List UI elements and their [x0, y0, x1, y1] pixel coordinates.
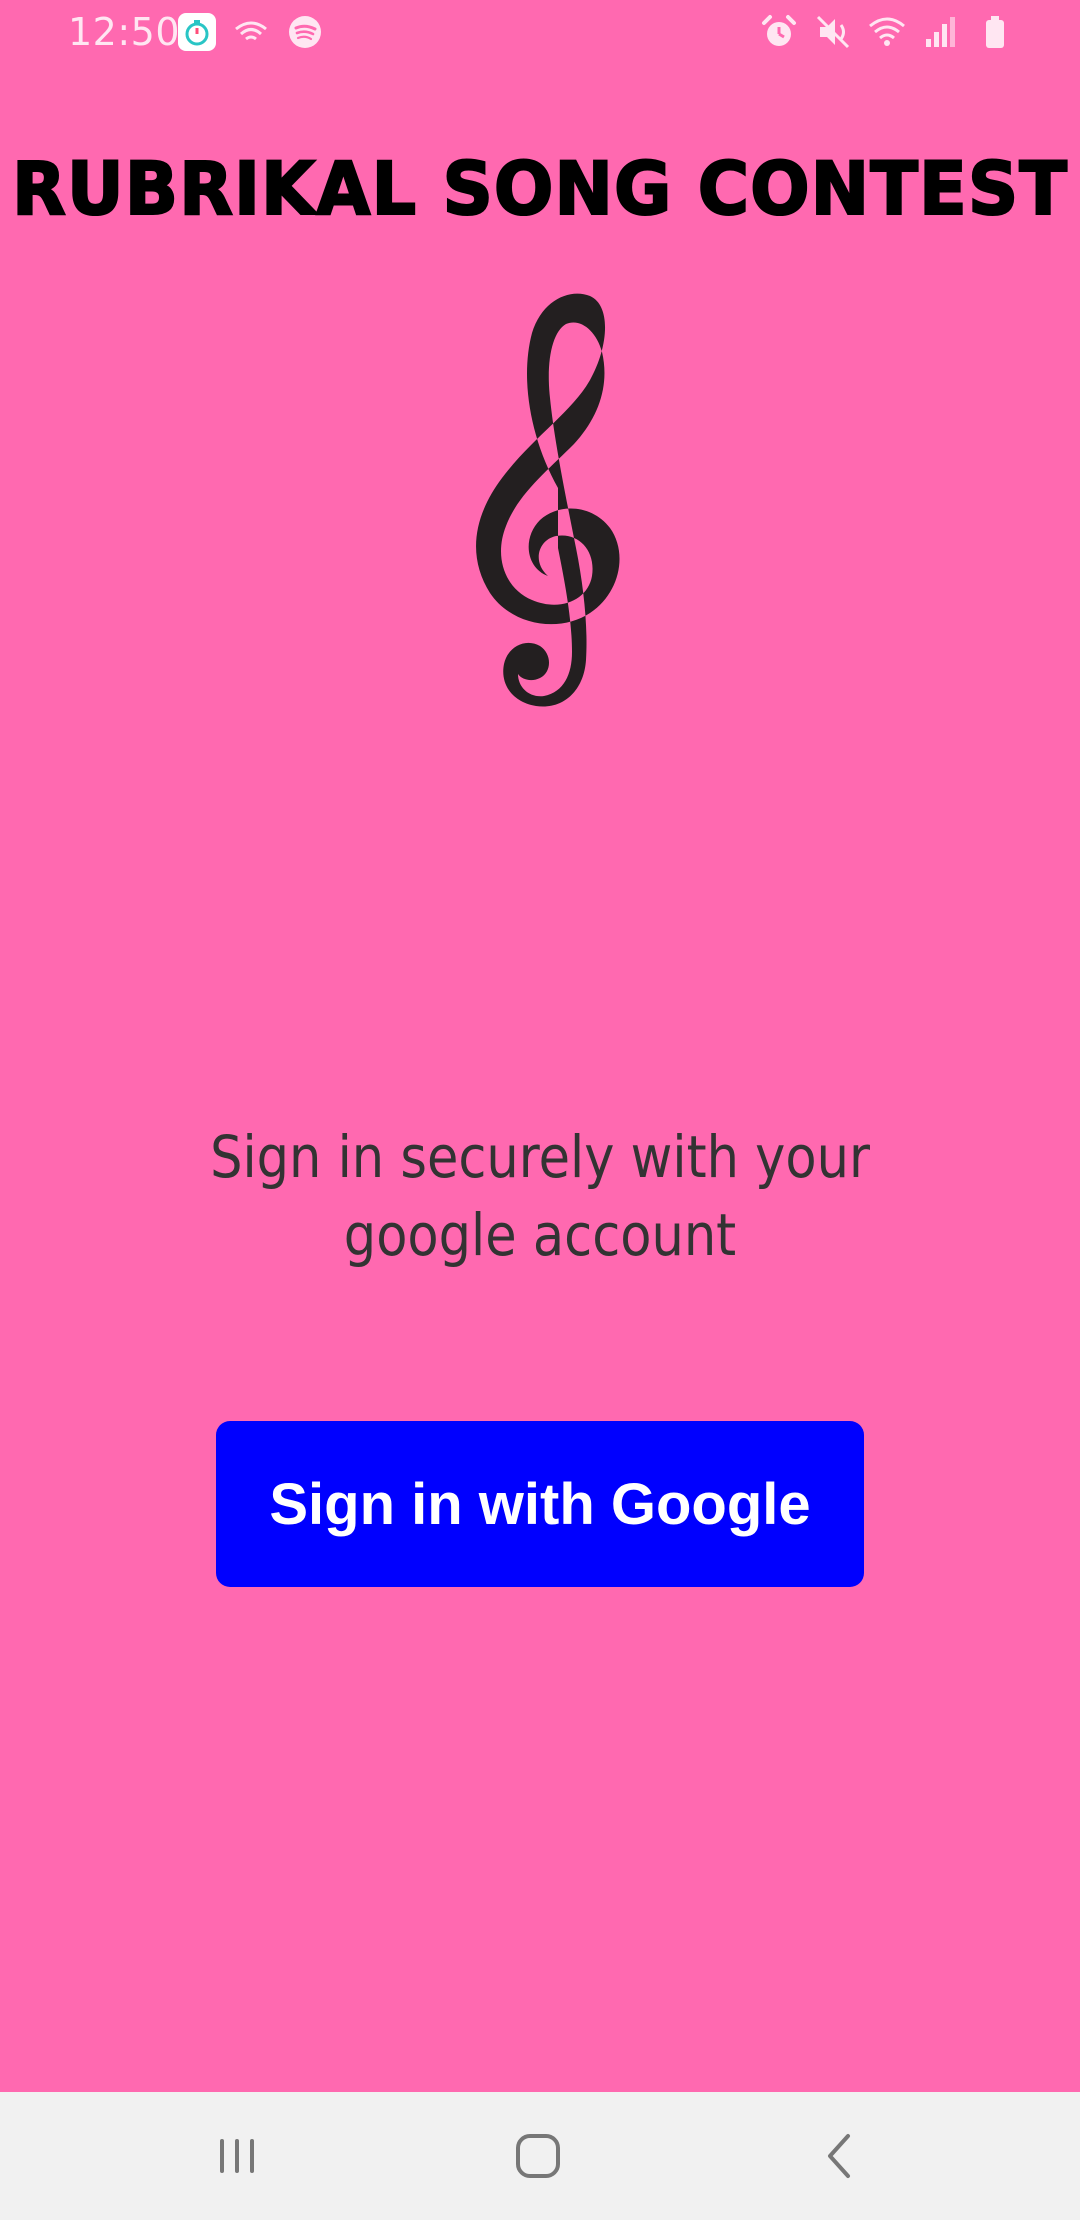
- home-button[interactable]: [498, 2116, 578, 2196]
- status-left-icons: [178, 13, 324, 51]
- airplay-icon: [235, 21, 267, 41]
- home-icon: [516, 2134, 560, 2178]
- back-button[interactable]: [800, 2116, 880, 2196]
- signin-instruction: Sign in securely with your google accoun…: [210, 1123, 870, 1269]
- recents-icon: [220, 2139, 254, 2173]
- navigation-bar: [0, 2092, 1080, 2220]
- signal-icon: [926, 17, 955, 47]
- spotify-icon: [289, 16, 321, 48]
- back-icon: [828, 2134, 850, 2178]
- status-bar: 12:50: [0, 0, 1080, 64]
- wifi-icon: [869, 17, 905, 46]
- stopwatch-app-icon: [178, 13, 216, 51]
- alarm-icon: [762, 15, 796, 46]
- status-right-icons: [760, 13, 1014, 51]
- treble-clef-icon: [476, 293, 620, 707]
- battery-icon: [986, 16, 1004, 48]
- sign-in-with-google-button[interactable]: Sign in with Google: [216, 1421, 864, 1587]
- recents-button[interactable]: [197, 2116, 277, 2196]
- status-time: 12:50: [68, 10, 181, 54]
- mute-icon: [816, 15, 850, 49]
- app-title: RUBRIKAL SONG CONTEST: [11, 145, 1068, 233]
- sign-in-button-label: Sign in with Google: [269, 1471, 811, 1537]
